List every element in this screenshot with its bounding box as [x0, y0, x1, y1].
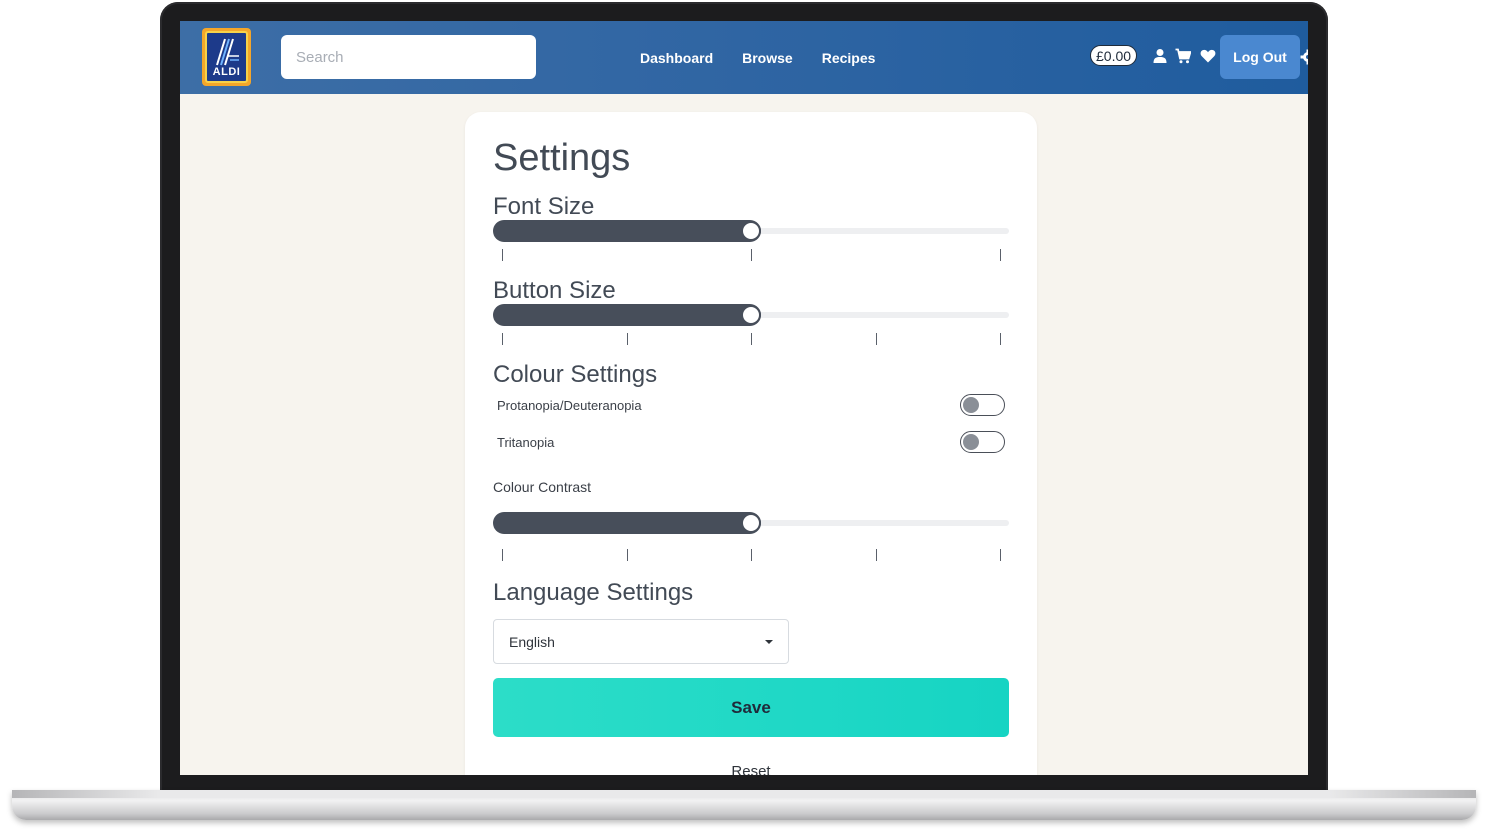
slider-tick [626, 549, 628, 561]
slider-tick [502, 249, 503, 261]
laptop-base [12, 790, 1476, 820]
button-size-label: Button Size [493, 277, 616, 304]
language-select[interactable]: English [493, 619, 789, 664]
slider-tick [1000, 249, 1001, 261]
colour-contrast-label: Colour Contrast [493, 479, 592, 495]
slider-tick [751, 333, 752, 345]
aldi-logo-badge: ALDI [205, 31, 248, 83]
language-settings-label: Language Settings [493, 579, 694, 606]
slider-tick [875, 333, 877, 345]
language-selected-value: English [509, 633, 555, 650]
logout-button[interactable]: Log Out [1220, 35, 1300, 79]
slider-tick [502, 333, 503, 345]
reset-link[interactable]: Reset [465, 763, 1037, 775]
toggle-knob [963, 434, 979, 450]
toggle-knob [963, 397, 979, 413]
button-size-slider[interactable] [493, 304, 1009, 326]
slider-thumb[interactable] [741, 221, 761, 241]
nav-recipes[interactable]: Recipes [822, 50, 876, 66]
slider-tick [875, 549, 877, 561]
user-icon[interactable] [1152, 48, 1168, 64]
slider-thumb[interactable] [741, 305, 761, 325]
slider-fill [493, 512, 761, 534]
nav-dashboard[interactable]: Dashboard [640, 50, 713, 66]
slider-tick [751, 249, 752, 261]
font-size-ticks [493, 249, 1009, 261]
font-size-slider[interactable] [493, 220, 1009, 242]
gear-icon[interactable] [1300, 49, 1308, 65]
aldi-stripes-icon [214, 38, 240, 66]
colour-settings-label: Colour Settings [493, 361, 658, 388]
aldi-logo[interactable]: ALDI [202, 28, 251, 86]
font-size-label: Font Size [493, 193, 595, 220]
search-input[interactable] [281, 35, 536, 79]
app-screen: ALDI Dashboard Browse Recipes £0.00 Log … [180, 21, 1308, 775]
colour-contrast-ticks [493, 549, 1009, 561]
button-size-ticks [493, 333, 1009, 345]
tritanopia-label: Tritanopia [497, 435, 555, 450]
nav-browse[interactable]: Browse [742, 50, 793, 66]
slider-tick [751, 549, 752, 561]
settings-card: Settings Font Size Button Size Colour Se… [465, 112, 1037, 775]
tritanopia-toggle[interactable] [960, 431, 1005, 453]
protanopia-label: Protanopia/Deuteranopia [497, 398, 642, 413]
caret-down-icon [765, 639, 773, 644]
protanopia-toggle[interactable] [960, 394, 1005, 416]
slider-tick [626, 333, 628, 345]
slider-tick [1000, 549, 1001, 561]
slider-thumb[interactable] [741, 513, 761, 533]
main-nav: Dashboard Browse Recipes [640, 21, 875, 94]
heart-icon[interactable] [1200, 48, 1216, 64]
page-title: Settings [493, 137, 631, 179]
top-navbar: ALDI Dashboard Browse Recipes £0.00 Log … [180, 21, 1308, 94]
slider-fill [493, 304, 761, 326]
slider-fill [493, 220, 761, 242]
cart-total-badge: £0.00 [1090, 45, 1138, 66]
colour-contrast-slider[interactable] [493, 512, 1009, 534]
slider-tick [502, 549, 503, 561]
logo-text: ALDI [212, 66, 241, 78]
slider-tick [1000, 333, 1001, 345]
cart-icon[interactable] [1175, 48, 1191, 64]
save-button[interactable]: Save [493, 678, 1009, 737]
